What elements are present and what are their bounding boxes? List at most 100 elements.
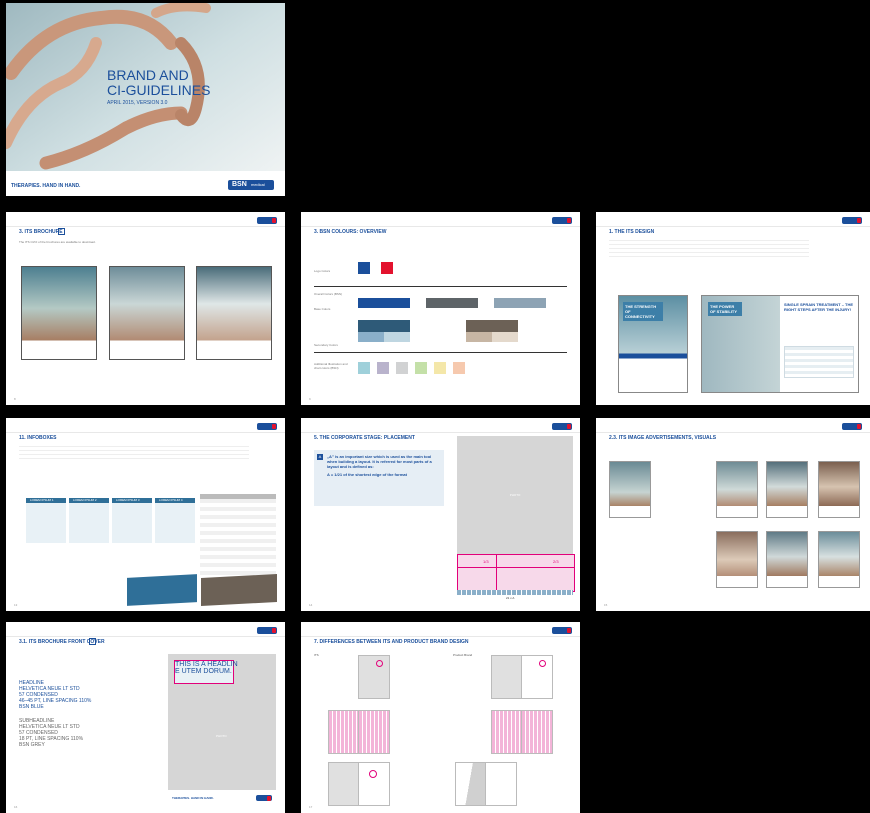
its-grid-1[interactable] [328, 710, 360, 754]
grid-scale [457, 590, 573, 595]
mockup-foot: THERAPIES. HAND IN HAND. [172, 796, 214, 800]
page-differences[interactable]: 7. DIFFERENCES BETWEEN ITS AND PRODUCT B… [301, 622, 580, 813]
mockup-headline-box: THIS IS A HEADLIN E UTEM DORUM. [174, 660, 238, 684]
cover-logo-text: BSN [232, 181, 247, 188]
swatch-blue [358, 262, 370, 274]
page-bsn-colours[interactable]: 3. BSN COLOURS: OVERVIEW Logo Colors Ove… [301, 212, 580, 405]
swatch-add-5 [434, 362, 446, 374]
page-number: 9 [309, 397, 311, 401]
swatch-add-4 [415, 362, 427, 374]
brochure-thumb-1[interactable] [21, 266, 97, 360]
infobox-tab-2[interactable]: LOREM IPSUM 2 [69, 498, 109, 543]
bsn-logo-icon [552, 627, 572, 634]
cover-title-1: BRAND AND [107, 67, 189, 83]
product-page-1[interactable] [491, 655, 523, 699]
swatch-base-grey [426, 298, 478, 308]
ratio-one-third: 1/3 [483, 559, 489, 564]
its-page-1[interactable] [358, 655, 390, 699]
bsn-logo-icon [257, 217, 277, 224]
swatch-base-light [494, 298, 546, 308]
row-label-overall: Overall Colors (BSN) [314, 292, 343, 296]
swatch-base-blue [358, 298, 410, 308]
swatch-add-6 [453, 362, 465, 374]
bsn-logo-icon [552, 217, 572, 224]
swatch-sec-6 [492, 332, 518, 342]
page-title: 1. THE ITS DESIGN [609, 229, 655, 235]
ad-thumb-2[interactable] [716, 461, 758, 518]
ad-thumb-6[interactable] [766, 531, 808, 588]
row-label-base: Base Colors [314, 307, 331, 311]
ad-thumb-3[interactable] [766, 461, 808, 518]
cover-page[interactable]: BRAND AND CI-GUIDELINES APRIL 2015, VERS… [6, 3, 285, 196]
bsn-logo-icon [257, 627, 277, 634]
spec-subheadline: SUBHEADLINE HELVETICA NEUE LT STD 57 CON… [19, 718, 84, 748]
row-label-logo: Logo Colors [314, 269, 331, 273]
ad-thumb-7[interactable] [818, 531, 860, 588]
swatch-sec-4 [466, 320, 518, 332]
swatch-sec-2 [358, 332, 384, 342]
cover-logo-sub: medical [251, 182, 265, 187]
column-product: Product Brand [453, 653, 473, 657]
brochure-thumb-3[interactable] [196, 266, 272, 360]
infobox-blue-note [127, 574, 197, 606]
page-title: 2.3. ITS IMAGE ADVERTISEMENTS, VISUALS [609, 435, 717, 441]
mockup-photo-label: PHOTO [216, 734, 227, 738]
page-number: 8 [14, 397, 16, 401]
page-corporate-stage[interactable]: 5. THE CORPORATE STAGE: PLACEMENT A „A” … [301, 418, 580, 611]
stage-layout: 1/3 2/3 [457, 554, 575, 592]
page-text: The ITS CI/CI of the brochures are avail… [19, 240, 96, 244]
ad-thumb-5[interactable] [716, 531, 758, 588]
swatch-sec-3 [384, 332, 410, 342]
infobox-tab-1[interactable]: LOREM IPSUM 1 [26, 498, 66, 543]
design-spread[interactable]: THE POWER OF STABILITY SINGLE SPRAIN TRE… [701, 295, 859, 393]
page-number: 16 [14, 805, 18, 809]
swatch-add-3 [396, 362, 408, 374]
page-brochure-front-cover[interactable]: 3.1. ITS BROCHURE FRONT COVER HEADLINE H… [6, 622, 285, 813]
bsn-logo-icon [842, 423, 862, 430]
definition-callout: A „A” is an important size which is used… [314, 450, 444, 506]
flyer-box-text: THE STRENGTH OF CONNECTIVITY [623, 302, 663, 321]
infobox-tab-4[interactable]: LOREM IPSUM 4 [155, 498, 195, 543]
its-grid-2[interactable] [358, 710, 390, 754]
page-title: 3. BSN COLOURS: OVERVIEW [314, 229, 387, 235]
product-spread-1[interactable] [455, 762, 487, 806]
product-spread-2[interactable] [485, 762, 517, 806]
cover-logo: BSN medical [228, 180, 274, 190]
page-image-ads[interactable]: 2.3. ITS IMAGE ADVERTISEMENTS, VISUALS 1… [596, 418, 870, 611]
page-number: 13 [14, 603, 18, 607]
page-title: 11. INFOBOXES [19, 435, 57, 441]
bsn-logo-icon [842, 217, 862, 224]
infobox-brown-note [201, 574, 277, 606]
its-spread-1[interactable] [328, 762, 360, 806]
design-flyer[interactable]: THE STRENGTH OF CONNECTIVITY [618, 295, 688, 393]
product-grid-2[interactable] [521, 710, 553, 754]
download-icon[interactable] [58, 228, 65, 235]
ad-thumb-4[interactable] [818, 461, 860, 518]
product-grid-1[interactable] [491, 710, 523, 754]
swatch-add-2 [377, 362, 389, 374]
brochure-thumb-2[interactable] [109, 266, 185, 360]
product-page-2[interactable] [521, 655, 553, 699]
page-its-brochure[interactable]: 3. ITS BROCHURE The ITS CI/CI of the bro… [6, 212, 285, 405]
cover-mockup[interactable]: THIS IS A HEADLIN E UTEM DORUM. PHOTO TH… [168, 654, 276, 804]
its-spread-2[interactable] [358, 762, 390, 806]
infobox-tab-3[interactable]: LOREM IPSUM 3 [112, 498, 152, 543]
page-number: 15 [604, 603, 608, 607]
download-icon[interactable] [89, 638, 96, 645]
cover-tagline: THERAPIES. HAND IN HAND. [11, 183, 81, 189]
bsn-logo-icon [257, 423, 277, 430]
cover-title-2: CI-GUIDELINES [107, 82, 211, 98]
swatch-red [381, 262, 393, 274]
column-its: ITS [314, 653, 319, 657]
bsn-logo-icon [552, 423, 572, 430]
page-its-design[interactable]: 1. THE ITS DESIGN THE STRENGTH OF CONNEC… [596, 212, 870, 405]
spec-headline: HEADLINE HELVETICA NEUE LT STD 57 CONDEN… [19, 680, 92, 710]
ad-thumb-1[interactable] [609, 461, 651, 518]
callout-text: „A” is an important size which is used a… [327, 454, 432, 469]
callout-formula: A = 1/21 of the shortest edge of the for… [327, 472, 407, 477]
row-label-secondary: Secondary Colors [314, 343, 338, 347]
callout-marker: A [317, 454, 323, 460]
spread-headline: SINGLE SPRAIN TREATMENT – THE RIGHT STEP… [784, 302, 854, 312]
page-infoboxes[interactable]: 11. INFOBOXES LOREM IPSUM 1 LOREM IPSUM … [6, 418, 285, 611]
swatch-sec-1 [358, 320, 410, 332]
